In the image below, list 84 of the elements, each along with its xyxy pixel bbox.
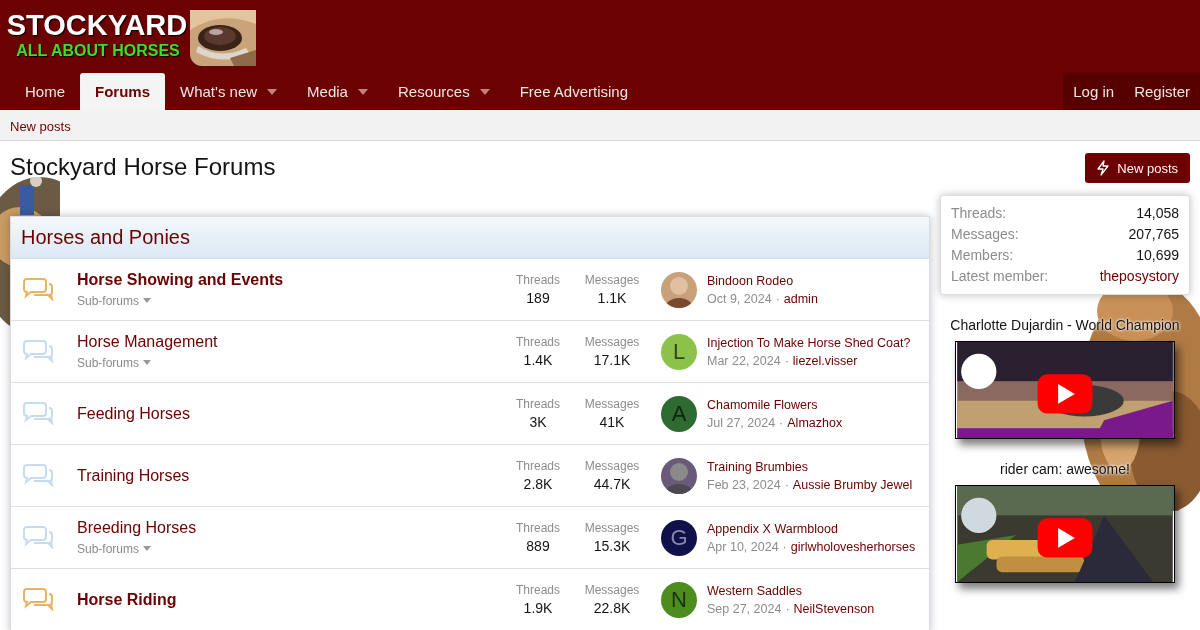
- stat-label: Messages: [583, 583, 641, 597]
- forum-title[interactable]: Breeding Horses: [77, 518, 503, 537]
- forum-title[interactable]: Horse Management: [77, 332, 503, 351]
- lightning-icon: [1097, 160, 1110, 176]
- stat-label: Threads: [515, 335, 561, 349]
- logo-tagline: ALL ABOUT HORSES: [16, 42, 180, 60]
- stat-value: 15.3K: [592, 538, 632, 554]
- stat-value: 44.7K: [592, 476, 632, 492]
- username-link[interactable]: Almazhox: [787, 415, 843, 430]
- page-title: Stockyard Horse Forums: [10, 153, 277, 181]
- post-date: Jul 27, 2024: [707, 415, 776, 430]
- stat-label: Messages: [583, 397, 641, 411]
- post-date: Apr 10, 2024: [707, 539, 779, 554]
- forum-title[interactable]: Training Horses: [77, 466, 503, 485]
- thread-link[interactable]: Training Brumbies: [707, 459, 913, 474]
- nav-tab[interactable]: What's new: [165, 73, 293, 110]
- thread-link[interactable]: Bindoon Rodeo: [707, 273, 818, 288]
- stat-label: Latest member:: [951, 267, 1049, 286]
- post-date: Oct 9, 2024: [707, 291, 772, 306]
- subforums-toggle[interactable]: Sub-forums: [77, 541, 152, 556]
- forum-title[interactable]: Horse Riding: [77, 590, 503, 609]
- stat-label: Messages: [583, 459, 641, 473]
- stat-value: 189: [525, 290, 551, 306]
- nav-tab[interactable]: Resources: [382, 73, 505, 110]
- thread-link[interactable]: Appendix X Warmblood: [707, 521, 916, 536]
- thread-link[interactable]: Injection To Make Horse Shed Coat?: [707, 335, 911, 350]
- separator-dot: ·: [784, 353, 789, 368]
- stat-value: 10,699: [1136, 246, 1179, 265]
- stat-value: 2.8K: [522, 476, 554, 492]
- stat-value: 889: [525, 538, 551, 554]
- caret-icon: [143, 546, 152, 551]
- stat-label: Messages: [583, 521, 641, 535]
- separator-dot: ·: [775, 291, 780, 306]
- stat-value: 1.4K: [522, 352, 554, 368]
- thread-link[interactable]: Chamomile Flowers: [707, 397, 843, 412]
- stat-label: Threads:: [951, 204, 1007, 223]
- logo-title[interactable]: STOCKYARD: [6, 8, 190, 42]
- stat-value: 3K: [528, 414, 548, 430]
- stat-value: 207,765: [1128, 225, 1179, 244]
- stat-label: Messages: [583, 273, 641, 287]
- subforums-toggle[interactable]: Sub-forums: [77, 355, 152, 370]
- forum-title[interactable]: Horse Showing and Events: [77, 270, 503, 289]
- new-posts-button[interactable]: New posts: [1085, 153, 1190, 183]
- username-link[interactable]: girlwholovesherhorses: [790, 539, 916, 554]
- category-header[interactable]: Horses and Ponies: [11, 217, 929, 259]
- stat-label: Threads: [515, 273, 561, 287]
- separator-dot: ·: [784, 477, 789, 492]
- separator-dot: ·: [785, 601, 790, 616]
- caret-icon: [143, 360, 152, 365]
- stat-label: Members:: [951, 246, 1014, 265]
- stat-value: 14,058: [1136, 204, 1179, 223]
- caret-icon: [143, 298, 152, 303]
- separator-dot: ·: [779, 415, 784, 430]
- stat-label: Messages: [583, 335, 641, 349]
- username-link[interactable]: NeilStevenson: [793, 601, 875, 616]
- account-link[interactable]: Register: [1124, 73, 1200, 110]
- post-date: Sep 27, 2024: [707, 601, 782, 616]
- stat-label: Threads: [515, 459, 561, 473]
- stat-value: 41K: [598, 414, 626, 430]
- stat-value: 1.1K: [596, 290, 628, 306]
- post-date: Feb 23, 2024: [707, 477, 781, 492]
- stat-value: 17.1K: [592, 352, 632, 368]
- stat-label: Threads: [515, 397, 561, 411]
- username-link[interactable]: liezel.visser: [792, 353, 858, 368]
- user-avatar[interactable]: G: [661, 519, 697, 556]
- username-link[interactable]: admin: [783, 291, 818, 306]
- nav-tab[interactable]: Forums: [80, 73, 166, 110]
- stat-value: 1.9K: [522, 600, 554, 616]
- nav-tab[interactable]: Media: [292, 73, 383, 110]
- stat-label: Threads: [515, 521, 561, 535]
- account-link[interactable]: Log in: [1063, 73, 1125, 110]
- user-avatar[interactable]: L: [661, 333, 697, 370]
- thread-link[interactable]: Western Saddles: [707, 583, 875, 598]
- subforums-toggle[interactable]: Sub-forums: [77, 293, 152, 308]
- stat-label: Messages:: [951, 225, 1019, 244]
- separator-dot: ·: [782, 539, 787, 554]
- subnav-link[interactable]: New posts: [10, 119, 71, 134]
- post-date: Mar 22, 2024: [707, 353, 781, 368]
- nav-tab[interactable]: Home: [10, 73, 80, 110]
- username-link[interactable]: Aussie Brumby Jewel: [792, 477, 913, 492]
- stat-label: Threads: [515, 583, 561, 597]
- nav-tab[interactable]: Free Advertising: [504, 73, 644, 110]
- forum-title[interactable]: Feeding Horses: [77, 404, 503, 423]
- stat-value: 22.8K: [592, 600, 632, 616]
